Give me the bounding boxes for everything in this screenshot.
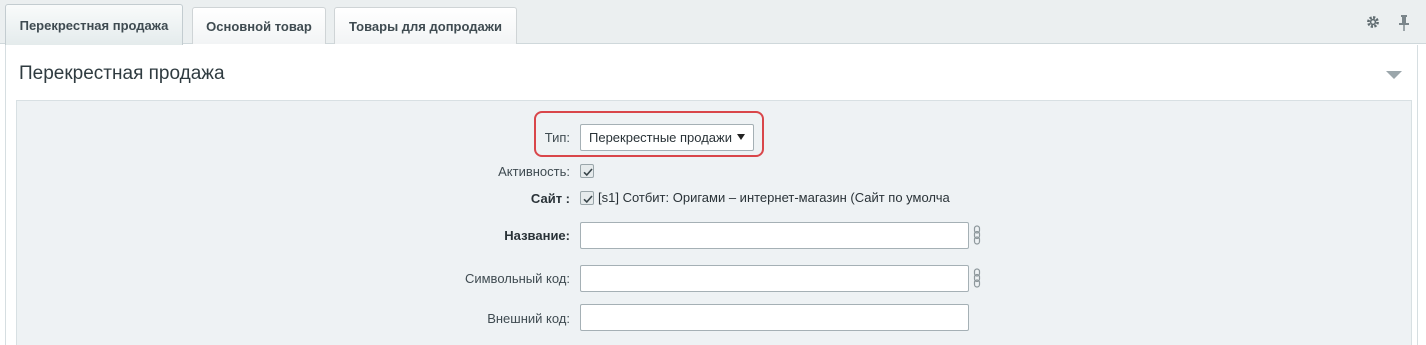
tab-upsell-products[interactable]: Товары для допродажи <box>334 7 517 44</box>
code-label: Символьный код: <box>464 271 570 286</box>
tab-cross-sale[interactable]: Перекрестная продажа <box>5 4 183 45</box>
tab-main-product[interactable]: Основной товар <box>192 7 326 44</box>
code-input[interactable] <box>580 265 969 292</box>
site-value: [s1] Сотбит: Оригами – интернет-магазин … <box>598 190 950 205</box>
name-input[interactable] <box>580 222 969 249</box>
dropdown-arrow-icon <box>737 134 745 140</box>
site-checkbox[interactable] <box>580 191 594 205</box>
xml-id-label: Внешний код: <box>487 311 570 326</box>
gear-icon[interactable] <box>1366 15 1380 29</box>
panel-title: Перекрестная продажа <box>19 63 225 84</box>
type-select[interactable]: Перекрестные продажи <box>580 124 754 151</box>
check-icon <box>583 168 593 177</box>
tab-bar: Перекрестная продажа Основной товар Това… <box>0 0 1426 45</box>
type-label: Тип: <box>544 130 570 145</box>
active-label: Активность: <box>498 164 570 179</box>
collapse-arrow-icon[interactable] <box>1386 71 1402 79</box>
pin-icon[interactable] <box>1398 15 1410 31</box>
name-label: Название: <box>504 228 570 243</box>
link-chain-icon[interactable] <box>973 225 981 245</box>
link-chain-icon[interactable] <box>973 268 981 288</box>
xml-id-input[interactable] <box>580 304 969 331</box>
site-label: Сайт : <box>530 191 570 206</box>
type-select-value: Перекрестные продажи <box>589 130 732 145</box>
active-checkbox[interactable] <box>580 164 594 178</box>
check-icon <box>583 195 593 204</box>
